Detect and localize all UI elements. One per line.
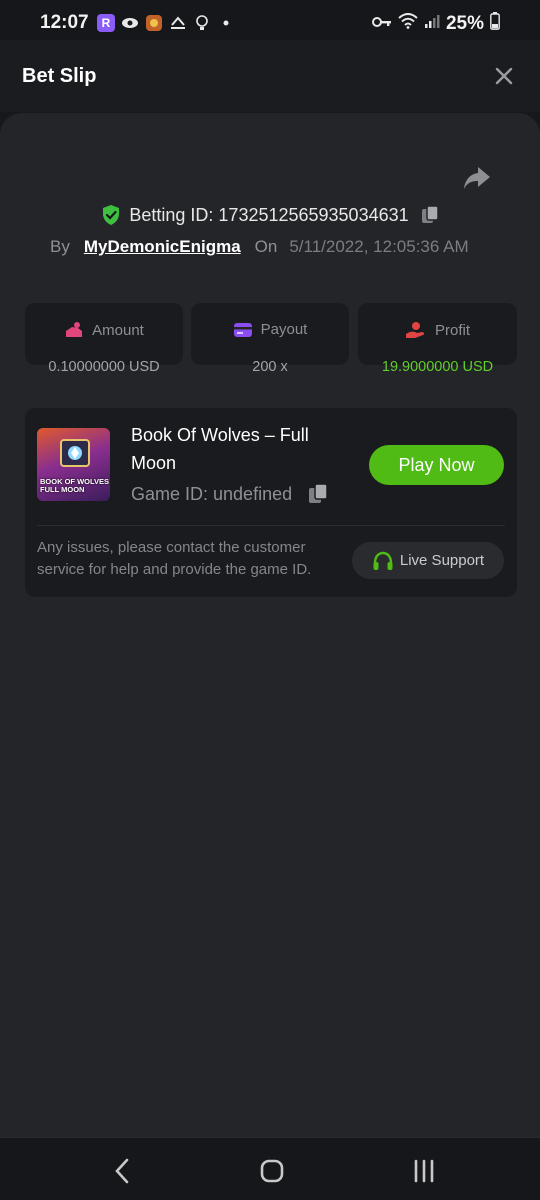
notification-icons: R [97,14,235,32]
bet-date: 5/11/2022, 12:05:36 AM [289,237,469,256]
bet-details-panel [0,113,540,1137]
betting-id: Betting ID: 1732512565935034631 [129,204,409,225]
betting-id-row: Betting ID: 1732512565935034631 [0,200,540,230]
recents-icon [414,1159,434,1183]
amount-icon [66,322,83,337]
on-label: On [254,237,278,256]
live-support-button[interactable]: Live Support [352,542,504,579]
home-icon [260,1159,284,1183]
close-icon [495,67,513,85]
amount-label: Amount [92,321,144,339]
game-thumbnail[interactable]: BOOK OF WOLVES FULL MOON [37,428,110,501]
book-art-icon [60,439,90,467]
battery-icon [490,12,500,35]
payout-value: 200 x [252,359,288,375]
copy-game-id-button[interactable] [308,483,328,505]
status-bar: 12:07 R 25% [0,0,540,40]
username-link[interactable]: MyDemonicEnigma [84,237,241,257]
game-id-row: Game ID: undefined [131,483,328,505]
game-app-icon [145,14,163,32]
game-title: Book Of Wolves – Full Moon [131,425,309,473]
close-button[interactable] [492,64,516,88]
system-nav-bar [0,1137,540,1200]
back-button[interactable] [107,1156,137,1186]
more-notifications-dot-icon [217,14,235,32]
support-notice: Any issues, please contact the customer … [37,539,312,578]
payout-card: Payout 200 x [191,303,349,375]
vpn-key-icon [371,15,392,33]
fetch-app-icon [169,14,187,32]
bet-slip-header: Bet Slip [0,40,540,112]
game-card: BOOK OF WOLVES FULL MOON Book Of Wolves … [25,408,517,597]
payout-card-icon [233,322,252,337]
back-chevron-icon [115,1158,129,1184]
play-now-button[interactable]: Play Now [369,445,504,485]
profit-label: Profit [434,321,470,339]
payout-label: Payout [260,321,308,338]
thumbnail-caption: BOOK OF WOLVES FULL MOON [40,477,110,494]
share-icon [464,167,490,189]
by-label: By [50,237,70,256]
home-button[interactable] [257,1156,287,1186]
recents-button[interactable] [409,1156,439,1186]
page-title: Bet Slip [22,65,97,87]
system-status-icons: 25% [371,12,500,35]
battery-percent: 25% [445,12,484,34]
amount-card: Amount 0.10000000 USD [25,303,183,375]
copy-icon [309,483,328,503]
status-time: 12:07 [40,12,89,33]
copy-betting-id-button[interactable] [421,205,439,225]
signal-icon [424,13,440,34]
headset-icon [373,551,393,570]
profit-value: 19.9000000 USD [381,359,494,375]
wifi-icon [398,13,418,34]
bet-meta-row: By MyDemonicEnigma On 5/11/2022, 12:05:3… [50,234,469,260]
verified-shield-icon [103,205,120,225]
eye-icon [121,14,139,32]
profit-card: Profit 19.9000000 USD [358,303,517,375]
live-support-label: Live Support [399,552,485,569]
card-divider [37,525,505,526]
share-button[interactable] [462,164,492,192]
game-id: Game ID: undefined [131,483,293,504]
copy-icon [421,205,439,223]
profit-hand-icon [405,322,425,338]
app-badge-icon: R [97,14,115,32]
amount-value: 0.10000000 USD [48,359,160,375]
bulb-icon [193,14,211,32]
